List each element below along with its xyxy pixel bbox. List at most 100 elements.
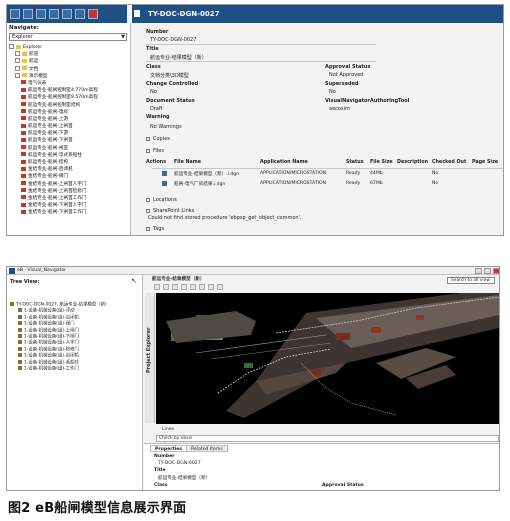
column-header[interactable]: Application Name (260, 160, 308, 165)
expand-icon[interactable] (9, 44, 14, 49)
model-tree-label: 1-设备-机械设备(组)-浮动 (24, 308, 75, 314)
tree-item-label: 航运专业-船闸-浮式系船柱 (28, 152, 82, 158)
column-header[interactable]: File Size (370, 160, 393, 165)
tree-item[interactable]: 金结专业-船闸-上闸首人字门 (9, 181, 129, 188)
rotate-tool-icon[interactable] (181, 284, 187, 290)
document-icon (21, 102, 26, 106)
model-tree-item[interactable]: 1-设备-机械设备(组)-工作门 (10, 365, 142, 372)
zoom-tool-icon[interactable] (172, 284, 178, 290)
expand-icon[interactable] (15, 51, 20, 57)
tree-item[interactable]: 航运专业-船闸-闸室 (9, 145, 129, 152)
document-icon (21, 181, 26, 186)
document-icon (21, 173, 26, 178)
measure-tool-icon[interactable] (208, 284, 214, 290)
expand-icon[interactable] (15, 72, 20, 78)
sharepoint-section[interactable]: SharePoint Links (146, 208, 194, 214)
class-label: Class (146, 64, 161, 70)
component-icon (10, 302, 14, 306)
tree-item[interactable]: 航运专业-船闸-上游 (9, 116, 129, 123)
tree-item[interactable]: 航运专业-船闸-电房 (9, 109, 129, 116)
help-icon[interactable] (75, 9, 85, 19)
tree-item[interactable]: 金结专业-船闸-上闸首检修门 (9, 188, 129, 195)
tree-item[interactable]: 航道 (9, 51, 129, 58)
close-icon[interactable] (493, 268, 499, 274)
section-tool-icon[interactable] (217, 284, 223, 290)
close-icon[interactable] (88, 9, 98, 19)
tab-properties[interactable]: Properties (150, 445, 188, 452)
forward-icon[interactable] (36, 9, 46, 19)
tree-item[interactable]: 金结专业-船闸-下闸首工作门 (9, 209, 129, 216)
refresh-icon[interactable] (49, 9, 59, 19)
column-header[interactable]: Actions (146, 160, 166, 165)
tree-item[interactable]: 演示模型 (9, 72, 129, 80)
tree-item[interactable]: 航运 (9, 58, 129, 65)
change-controlled-value: No (150, 89, 157, 95)
tree-item[interactable]: Explorer (9, 44, 129, 51)
tab-related-items[interactable]: Related Items (186, 445, 228, 452)
file-cell-name[interactable]: 航运专业-结果模型（新）.i.dgn (174, 171, 239, 177)
tree-item[interactable]: 航运专业-船闸-上闸首 (9, 123, 129, 130)
bottom-screenshot: eB - Visual_Navigator Tree View: ↖ TY-DO… (6, 266, 500, 491)
tree-item[interactable]: 电气仪表 (9, 80, 129, 87)
document-icon (21, 109, 26, 114)
superseded-value: No (329, 89, 336, 95)
model-tree-label: 1-设备-机械设备(组)-上闸门 (24, 328, 79, 334)
tree-item[interactable]: 金结专业-船闸-阀门 (9, 173, 129, 180)
pin-arrow-icon[interactable]: ↖ (131, 277, 137, 285)
tags-section[interactable]: Tags (146, 226, 164, 232)
search-icon[interactable] (62, 9, 72, 19)
copies-section[interactable]: Copies (146, 136, 170, 142)
component-icon (18, 365, 22, 370)
viewer-footer: Lines (162, 427, 174, 432)
maximize-icon[interactable] (484, 268, 491, 274)
tree-item[interactable]: 航运专业-船闸控制室结构 (9, 102, 129, 109)
fit-view-icon[interactable] (190, 284, 196, 290)
select-tool-icon[interactable] (154, 284, 160, 290)
column-header[interactable]: Status (346, 160, 364, 165)
document-icon (21, 130, 26, 135)
file-cell-app: APPLICATION/MICROSTATION (260, 171, 327, 176)
tree-item-label: 航运专业-船闸控制室9.570m高程 (28, 95, 98, 101)
tree-item-label: 文档 (29, 66, 39, 72)
expand-icon[interactable] (15, 65, 20, 71)
column-header[interactable]: Page Size (472, 160, 498, 165)
tree-item[interactable]: 航运专业-船闸-下游 (9, 130, 129, 137)
tree-item[interactable]: 航运专业-船闸控制室4.770m高程 (9, 87, 129, 94)
column-header[interactable]: File Name (174, 160, 201, 165)
back-icon[interactable] (23, 9, 33, 19)
navigate-select[interactable]: Explorer ▼ (9, 33, 127, 41)
tree-item-label: 航运专业-船闸-下游 (28, 131, 69, 137)
tree-item[interactable]: 文档 (9, 65, 129, 73)
file-cell-checked: No (432, 171, 439, 176)
model-tree-label: TY-DOC-DGN-0027, 航运专业-结果模型（新） (16, 302, 110, 308)
files-section[interactable]: Files (146, 148, 164, 154)
file-cell-name[interactable]: 船闸-电气厂房结果.i.dgn (174, 181, 225, 187)
tree-item[interactable]: 航运专业-船闸-浮式系船柱 (9, 152, 129, 159)
locations-section[interactable]: Locations (146, 197, 177, 203)
command-bar[interactable]: Check by ebsei (156, 435, 499, 442)
pan-tool-icon[interactable] (163, 284, 169, 290)
expand-icon[interactable] (15, 58, 20, 64)
project-explorer-tab[interactable]: Project Explorer (145, 293, 155, 423)
document-icon (21, 94, 26, 99)
tree-item[interactable]: 金结专业-船闸-启闭机 (9, 166, 129, 173)
minimize-icon[interactable] (475, 268, 482, 274)
home-icon[interactable] (10, 9, 20, 19)
column-header[interactable]: Description (397, 160, 428, 165)
authoring-tool-label: VisualNavigatorAuthoringTool (325, 98, 410, 104)
tree-item-label: 航道 (29, 52, 39, 58)
viewer-tab[interactable]: 航运专业-结果模型（新） (152, 276, 204, 282)
tree-item[interactable]: 金结专业-船闸-下闸首人字门 (9, 202, 129, 209)
copies-label: Copies (153, 136, 170, 142)
tree-item[interactable]: 航运专业-船闸-下闸首 (9, 137, 129, 144)
tree-item[interactable]: 航运专业-船闸控制室9.570m高程 (9, 94, 129, 101)
search-input[interactable]: Search to all view (447, 277, 495, 284)
document-icon (21, 195, 26, 200)
tree-item[interactable]: 金结专业-船闸-上闸首工作门 (9, 195, 129, 202)
explorer-tree: Explorer 航道 航运 文档 演示模型 电气仪表 航运专业-船闸控制室4.770m高程… (9, 44, 129, 217)
column-header[interactable]: Checked Out (432, 160, 466, 165)
tree-item[interactable]: 航运专业-船闸-结构 (9, 159, 129, 166)
walk-tool-icon[interactable] (199, 284, 205, 290)
3d-model-view[interactable] (156, 293, 499, 424)
component-icon (18, 340, 22, 345)
